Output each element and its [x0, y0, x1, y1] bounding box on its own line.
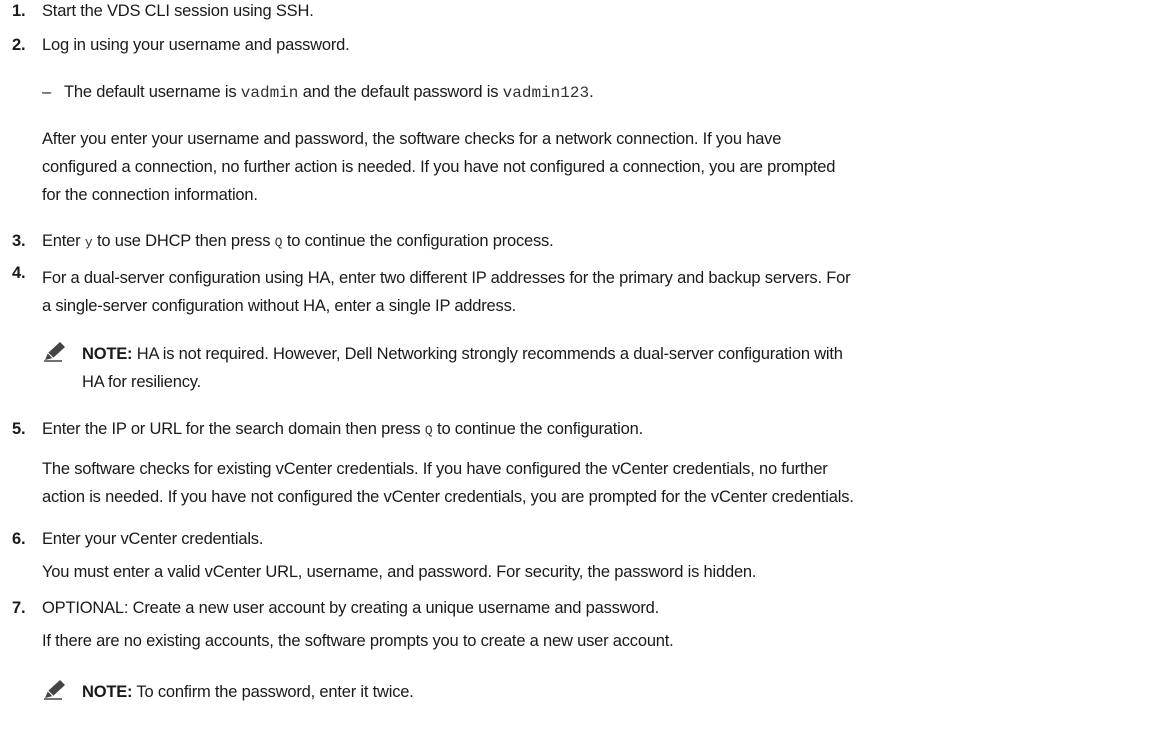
step-text: Log in using your username and password. — [42, 36, 350, 54]
step-text: Enter y to use DHCP then press Q to cont… — [42, 232, 554, 250]
step-number: 7. — [12, 599, 26, 617]
default-password: vadmin123 — [502, 84, 590, 102]
step-text: Enter the IP or URL for the search domai… — [42, 420, 643, 438]
pencil-note-icon — [42, 678, 68, 700]
step-text: OPTIONAL: Create a new user account by c… — [42, 599, 660, 617]
step-number: 4. — [12, 264, 26, 282]
step-number: 2. — [12, 36, 26, 54]
step-text: For a dual-server configuration using HA… — [42, 269, 851, 315]
step-number: 1. — [12, 2, 26, 20]
step-number: 5. — [12, 420, 26, 438]
step-number: 6. — [12, 530, 26, 548]
bullet-dash: – — [42, 83, 51, 101]
default-username: vadmin — [240, 84, 299, 102]
step-2-paragraph: After you enter your username and passwo… — [42, 130, 836, 204]
note-label: NOTE: — [82, 345, 133, 363]
step-text: Enter your vCenter credentials. — [42, 530, 264, 548]
note-label: NOTE: — [82, 683, 133, 701]
document-page: 1. Start the VDS CLI session using SSH. … — [0, 0, 1150, 739]
pencil-note-icon — [42, 340, 68, 362]
step-5-paragraph: The software checks for existing vCenter… — [42, 460, 854, 506]
key-y: y — [84, 235, 93, 250]
step-text: Start the VDS CLI session using SSH. — [42, 2, 314, 20]
step-number: 3. — [12, 232, 26, 250]
key-q: Q — [424, 423, 433, 438]
